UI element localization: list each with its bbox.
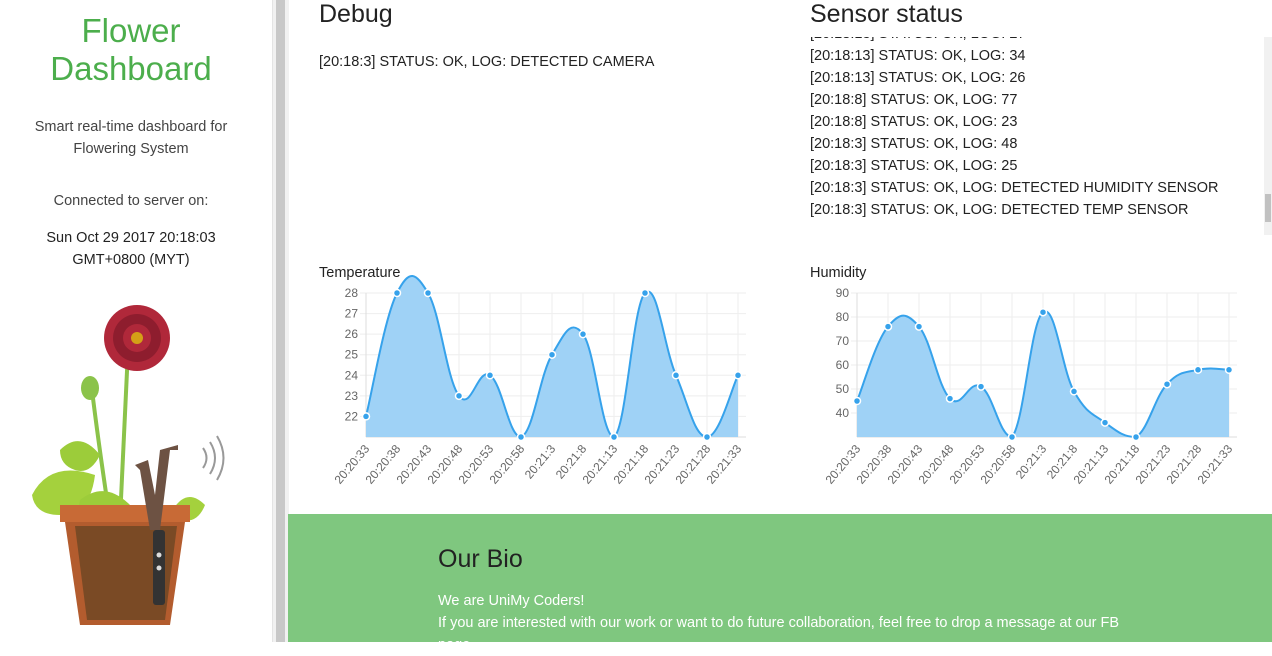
sensor-log-line: [20:18:3] STATUS: OK, LOG: DETECTED TEMP… — [810, 202, 1189, 218]
connected-label: Connected to server on: — [53, 193, 209, 209]
data-point[interactable] — [1038, 307, 1048, 317]
data-point[interactable] — [547, 350, 557, 359]
sensor-log-line: [20:18:13] STATUS: OK, LOG: 27 — [810, 37, 1025, 45]
debug-title: Debug — [319, 0, 393, 28]
y-tick-label: 50 — [836, 382, 850, 396]
sensor-log-line: [20:18:3] STATUS: OK, LOG: 48 — [810, 136, 1018, 152]
data-point[interactable] — [1069, 387, 1079, 396]
sensor-log-line: [20:18:13] STATUS: OK, LOG: 26 — [810, 70, 1026, 86]
sidebar: Flower Dashboard Smart real-time dashboa… — [0, 0, 272, 642]
y-tick-label: 70 — [836, 334, 850, 348]
app-title-line2: Dashboard — [50, 50, 212, 87]
data-point[interactable] — [516, 432, 526, 442]
tagline: Smart real-time dashboard for Flowering … — [0, 116, 262, 160]
data-point[interactable] — [1131, 432, 1141, 442]
sensor-log-line: [20:18:8] STATUS: OK, LOG: 77 — [810, 92, 1018, 108]
x-tick-label: 20:21:3 — [1013, 442, 1050, 482]
sensor-status-log[interactable]: [20:18:13] STATUS: OK, LOG: 27 [20:18:13]… — [810, 37, 1250, 235]
connected-date-line2: GMT+0800 (MYT) — [72, 252, 190, 268]
tagline-line1: Smart real-time dashboard for — [34, 119, 228, 135]
y-tick-label: 24 — [345, 368, 359, 382]
data-point[interactable] — [914, 322, 924, 331]
humidity-chart-title: Humidity — [810, 265, 867, 281]
data-point[interactable] — [392, 288, 402, 298]
data-point[interactable] — [702, 432, 712, 442]
y-tick-label: 22 — [345, 409, 359, 423]
x-tick-label: 20:21:3 — [522, 442, 559, 482]
data-point[interactable] — [609, 432, 619, 442]
y-tick-label: 25 — [345, 348, 359, 362]
data-point[interactable] — [454, 391, 464, 401]
app-title: Flower Dashboard — [0, 12, 262, 88]
sidebar-scrollbar[interactable] — [272, 0, 289, 642]
humidity-chart: 40506070809020:20:3320:20:3820:20:4320:2… — [823, 286, 1237, 487]
data-point[interactable] — [671, 371, 681, 380]
data-point[interactable] — [945, 394, 955, 403]
flower-head — [104, 305, 170, 371]
y-tick-label: 40 — [836, 406, 850, 420]
y-tick-label: 90 — [836, 286, 850, 300]
sensor-log-line: [20:18:3] STATUS: OK, LOG: DETECTED HUMI… — [810, 180, 1219, 196]
data-point[interactable] — [578, 329, 588, 339]
series-area — [857, 311, 1229, 437]
connected-date: Sun Oct 29 2017 20:18:03 GMT+0800 (MYT) — [0, 227, 262, 271]
sensor-log-scrollbar-thumb[interactable] — [1265, 194, 1271, 222]
data-point[interactable] — [1224, 365, 1234, 375]
data-point[interactable] — [733, 371, 743, 380]
temperature-chart-title: Temperature — [319, 265, 401, 281]
bio-title: Our Bio — [438, 545, 523, 573]
bio-contact: If you are interested with our work or w… — [438, 615, 1120, 653]
sensor-status-title: Sensor status — [810, 0, 963, 28]
connected-date-line1: Sun Oct 29 2017 20:18:03 — [46, 230, 216, 246]
data-point[interactable] — [976, 382, 986, 391]
data-point[interactable] — [883, 322, 893, 331]
data-point[interactable] — [1162, 379, 1172, 389]
sensor-log-scrollbar[interactable] — [1264, 37, 1272, 235]
bio-intro: We are UniMy Coders! — [438, 593, 585, 609]
y-tick-label: 27 — [345, 307, 359, 321]
y-tick-label: 26 — [345, 327, 359, 341]
sensor-log-line: [20:18:8] STATUS: OK, LOG: 23 — [810, 114, 1018, 130]
y-tick-label: 23 — [345, 389, 359, 403]
app-title-line1: Flower — [81, 12, 181, 49]
y-tick-label: 28 — [345, 286, 359, 300]
sidebar-scrollbar-thumb[interactable] — [276, 0, 285, 642]
flower-pot-illustration — [32, 305, 225, 625]
data-point[interactable] — [361, 412, 371, 421]
bio-section: Our Bio We are UniMy Coders! If you are … — [288, 514, 1272, 653]
sensor-log-line: [20:18:3] STATUS: OK, LOG: 25 — [810, 158, 1018, 174]
data-point[interactable] — [1193, 365, 1203, 375]
sensor-log-line: [20:18:13] STATUS: OK, LOG: 34 — [810, 48, 1026, 64]
debug-line: [20:18:3] STATUS: OK, LOG: DETECTED CAME… — [319, 54, 655, 70]
data-point[interactable] — [423, 288, 433, 298]
y-tick-label: 60 — [836, 358, 850, 372]
data-point[interactable] — [485, 371, 495, 380]
data-point[interactable] — [1007, 432, 1017, 442]
tagline-line2: Flowering System — [73, 141, 189, 157]
data-point[interactable] — [852, 396, 862, 406]
temperature-chart: 2223242526272820:20:3320:20:3820:20:4320… — [332, 275, 746, 487]
data-point[interactable] — [640, 288, 650, 298]
data-point[interactable] — [1100, 418, 1110, 427]
y-tick-label: 80 — [836, 310, 850, 324]
